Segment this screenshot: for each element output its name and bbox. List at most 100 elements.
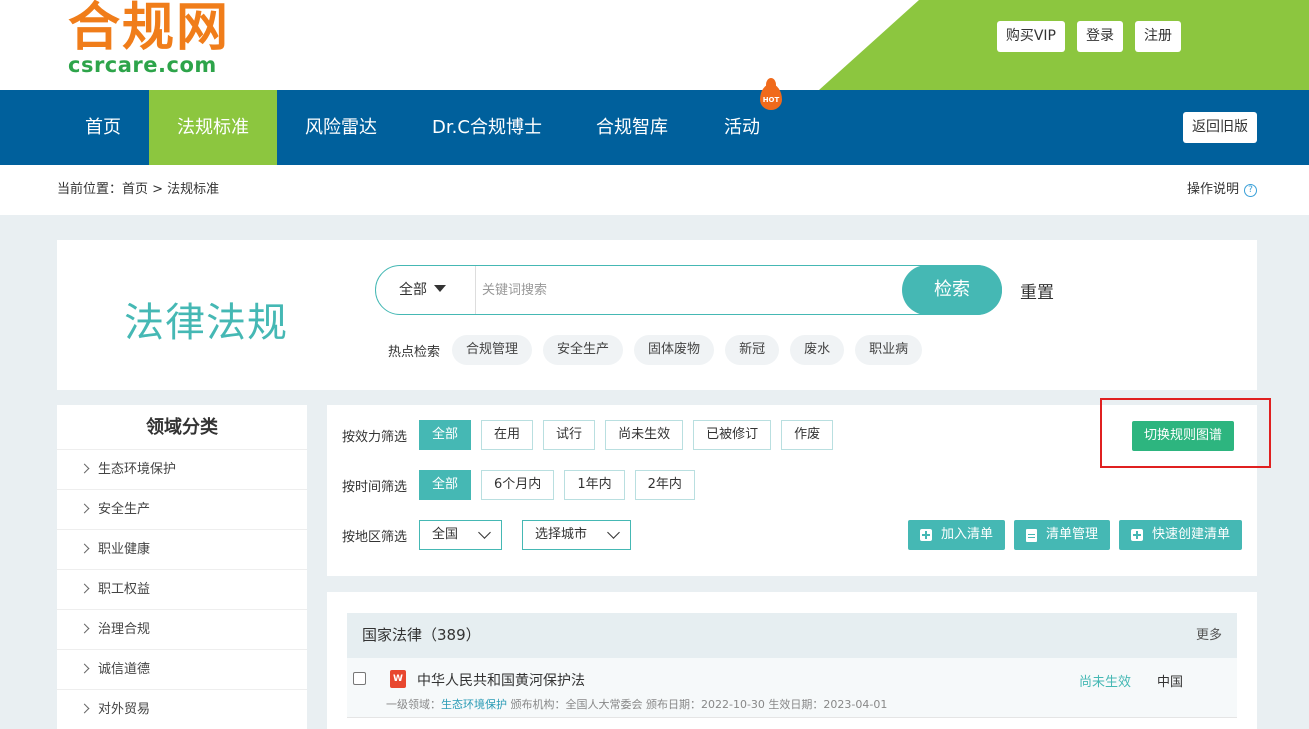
time-filter-option[interactable]: 6个月内 bbox=[481, 470, 555, 500]
chevron-right-icon bbox=[79, 503, 90, 514]
region-select[interactable]: 全国 bbox=[419, 520, 503, 550]
hot-tag[interactable]: 固体废物 bbox=[634, 335, 715, 365]
validity-filter-option[interactable]: 尚未生效 bbox=[605, 420, 684, 450]
row-status: 尚未生效 bbox=[1079, 675, 1132, 690]
add-to-list-label: 加入清单 bbox=[940, 527, 993, 542]
time-filter-option[interactable]: 2年内 bbox=[634, 470, 695, 500]
sidebar-item-eco[interactable]: 生态环境保护 bbox=[57, 450, 307, 490]
word-file-icon: W bbox=[390, 670, 406, 688]
results-header: 国家法律（389） 更多 bbox=[347, 613, 1237, 658]
region-filter-row: 按地区筛选 全国 选择城市 bbox=[342, 520, 651, 550]
manage-list-button[interactable]: 清单管理 bbox=[1013, 520, 1110, 550]
sidebar-item-label: 对外贸易 bbox=[98, 702, 151, 717]
sidebar-item-health[interactable]: 职业健康 bbox=[57, 530, 307, 570]
logo-domain: csrcare.com bbox=[68, 53, 217, 77]
nav-item-risk-radar[interactable]: 风险雷达 bbox=[289, 90, 393, 165]
search-scope-label: 全部 bbox=[399, 282, 427, 298]
hot-tag[interactable]: 安全生产 bbox=[543, 335, 624, 365]
chevron-right-icon bbox=[79, 623, 90, 634]
sidebar-item-label: 职工权益 bbox=[98, 582, 151, 597]
more-link[interactable]: 更多 bbox=[1196, 613, 1222, 658]
nav-item-regulations[interactable]: 法规标准 bbox=[149, 90, 277, 165]
nav-item-home[interactable]: 首页 bbox=[62, 90, 144, 165]
table-row[interactable]: W 中华人民共和国黄河保护法 一级领域：生态环境保护 颁布机构：全国人大常委会 … bbox=[347, 658, 1237, 718]
validity-filter-option[interactable]: 试行 bbox=[543, 420, 596, 450]
sidebar-item-integrity[interactable]: 诚信道德 bbox=[57, 650, 307, 690]
hot-tag[interactable]: 废水 bbox=[790, 335, 845, 365]
old-version-button[interactable]: 返回旧版 bbox=[1183, 112, 1257, 143]
chevron-right-icon bbox=[79, 543, 90, 554]
row-title[interactable]: 中华人民共和国黄河保护法 bbox=[417, 670, 585, 690]
site-logo[interactable]: 合规网 csrcare.com bbox=[68, 0, 230, 76]
validity-filter-option[interactable]: 已被修订 bbox=[693, 420, 772, 450]
sidebar-item-label: 生态环境保护 bbox=[98, 462, 177, 477]
login-button[interactable]: 登录 bbox=[1077, 21, 1123, 52]
category-sidebar: 领域分类 生态环境保护 安全生产 职业健康 职工权益 治理合规 诚信道德 对外贸… bbox=[57, 405, 307, 729]
hot-tag[interactable]: 职业病 bbox=[855, 335, 923, 365]
validity-filter-row: 按效力筛选 全部 在用 试行 尚未生效 已被修订 作废 bbox=[342, 420, 843, 450]
sidebar-item-label: 诚信道德 bbox=[98, 662, 151, 677]
chevron-down-icon bbox=[478, 526, 491, 539]
switch-rule-graph-button[interactable]: 切换规则图谱 bbox=[1132, 421, 1235, 451]
search-scope-dropdown[interactable]: 全部 bbox=[376, 266, 476, 314]
chevron-down-icon bbox=[607, 526, 620, 539]
city-select-value: 选择城市 bbox=[535, 527, 588, 542]
search-box: 全部 检索 bbox=[375, 265, 1002, 315]
caret-down-icon bbox=[434, 285, 446, 292]
sidebar-item-rights[interactable]: 职工权益 bbox=[57, 570, 307, 610]
validity-filter-option[interactable]: 作废 bbox=[781, 420, 834, 450]
reset-button[interactable]: 重置 bbox=[1020, 278, 1054, 303]
row-checkbox[interactable] bbox=[353, 672, 366, 685]
logo-chinese: 合规网 bbox=[68, 0, 231, 58]
hot-search-label: 热点检索 bbox=[388, 344, 441, 360]
quick-create-list-button[interactable]: 快速创建清单 bbox=[1118, 520, 1242, 550]
city-select[interactable]: 选择城市 bbox=[522, 520, 632, 550]
list-actions: 加入清单 清单管理 快速创建清单 bbox=[907, 520, 1242, 550]
help-link[interactable]: 操作说明 ? bbox=[1187, 165, 1257, 215]
region-filter-label: 按地区筛选 bbox=[342, 529, 408, 545]
row-meta-prefix: 一级领域： bbox=[386, 698, 441, 711]
time-filter-option[interactable]: 全部 bbox=[419, 470, 472, 500]
nav-item-drc[interactable]: Dr.C合规博士 bbox=[419, 90, 555, 165]
breadcrumb-bar: 当前位置：首页 > 法规标准 操作说明 ? bbox=[0, 165, 1309, 215]
row-meta: 一级领域：生态环境保护 颁布机构：全国人大常委会 颁布日期：2022-10-30… bbox=[386, 696, 887, 712]
register-button[interactable]: 注册 bbox=[1135, 21, 1181, 52]
sidebar-item-governance[interactable]: 治理合规 bbox=[57, 610, 307, 650]
help-label: 操作说明 bbox=[1186, 182, 1239, 197]
plus-icon bbox=[1130, 529, 1143, 541]
chevron-right-icon bbox=[79, 583, 90, 594]
nav-item-think-tank[interactable]: 合规智库 bbox=[582, 90, 682, 165]
search-input[interactable] bbox=[482, 275, 892, 305]
hot-badge-icon: HOT bbox=[760, 78, 782, 114]
manage-list-label: 清单管理 bbox=[1045, 527, 1098, 542]
results-title: 国家法律（389） bbox=[362, 626, 481, 644]
hot-tag[interactable]: 新冠 bbox=[725, 335, 780, 365]
plus-icon bbox=[919, 529, 932, 541]
sidebar-item-label: 治理合规 bbox=[98, 622, 151, 637]
validity-filter-option[interactable]: 全部 bbox=[419, 420, 472, 450]
buy-vip-button[interactable]: 购买VIP bbox=[996, 21, 1065, 52]
time-filter-option[interactable]: 1年内 bbox=[564, 470, 625, 500]
time-filter-label: 按时间筛选 bbox=[342, 479, 408, 495]
hot-tag[interactable]: 合规管理 bbox=[452, 335, 533, 365]
hot-search-bar: 热点检索 合规管理 安全生产 固体废物 新冠 废水 职业病 bbox=[388, 335, 933, 365]
validity-filter-option[interactable]: 在用 bbox=[481, 420, 534, 450]
sidebar-item-label: 职业健康 bbox=[98, 542, 151, 557]
row-field-link[interactable]: 生态环境保护 bbox=[441, 698, 507, 711]
breadcrumb[interactable]: 当前位置：首页 > 法规标准 bbox=[57, 165, 219, 215]
hot-badge-label: HOT bbox=[762, 96, 780, 104]
document-icon bbox=[1025, 528, 1037, 542]
filter-panel: 按效力筛选 全部 在用 试行 尚未生效 已被修订 作废 切换规则图谱 按时间筛选… bbox=[327, 398, 1271, 576]
top-header: 合规网 csrcare.com 购买VIP 登录 注册 bbox=[0, 0, 1309, 90]
results-panel: 国家法律（389） 更多 W 中华人民共和国黄河保护法 一级领域：生态环境保护 … bbox=[327, 592, 1257, 729]
chevron-right-icon bbox=[79, 663, 90, 674]
chevron-right-icon bbox=[79, 463, 90, 474]
time-filter-row: 按时间筛选 全部 6个月内 1年内 2年内 bbox=[342, 470, 705, 500]
search-button[interactable]: 检索 bbox=[902, 265, 1002, 315]
sidebar-item-trade[interactable]: 对外贸易 bbox=[57, 690, 307, 729]
sidebar-item-safety[interactable]: 安全生产 bbox=[57, 490, 307, 530]
add-to-list-button[interactable]: 加入清单 bbox=[907, 520, 1005, 550]
chevron-right-icon bbox=[79, 703, 90, 714]
row-region: 中国 bbox=[1157, 675, 1184, 690]
main-nav: 首页 法规标准 风险雷达 Dr.C合规博士 合规智库 活动 bbox=[0, 90, 1309, 165]
